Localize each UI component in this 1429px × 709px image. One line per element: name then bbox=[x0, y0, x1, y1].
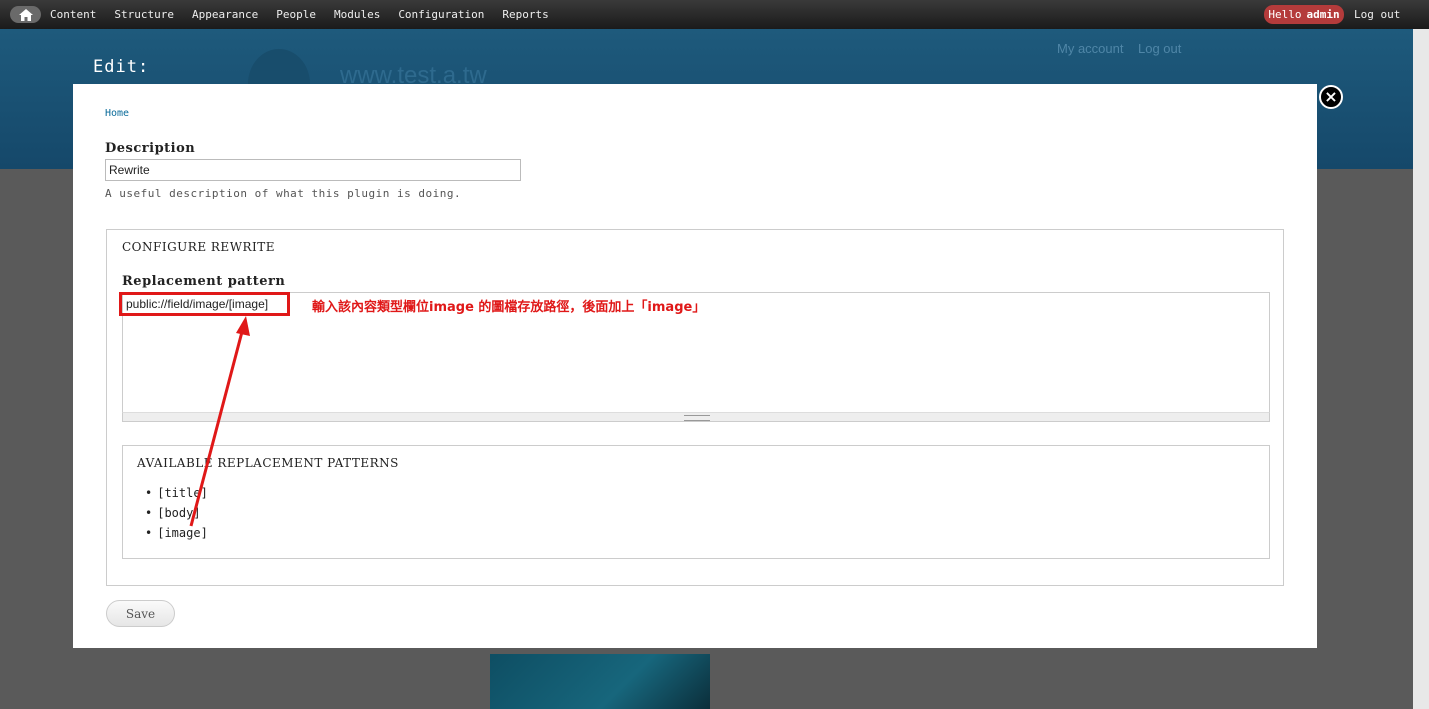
available-patterns-legend: AVAILABLE REPLACEMENT PATTERNS bbox=[137, 456, 399, 470]
description-field[interactable]: Rewrite bbox=[105, 159, 521, 181]
menu-configuration[interactable]: Configuration bbox=[398, 8, 484, 21]
available-patterns-fieldset: AVAILABLE REPLACEMENT PATTERNS [title] [… bbox=[122, 445, 1270, 559]
annotation-text: 輸入該內容類型欄位image 的圖檔存放路徑，後面加上「image」 bbox=[312, 300, 706, 315]
hello-text: Hello bbox=[1268, 8, 1302, 21]
overlay-dialog: Home Description Rewrite A useful descri… bbox=[73, 84, 1317, 648]
my-account-link[interactable]: My account bbox=[1057, 41, 1123, 56]
replacement-pattern-label: Replacement pattern bbox=[122, 274, 286, 289]
list-item: [image] bbox=[145, 523, 208, 543]
save-button[interactable]: Save bbox=[106, 600, 175, 627]
background-image bbox=[490, 654, 710, 709]
toolbar-logout-link[interactable]: Log out bbox=[1354, 8, 1400, 21]
menu-people[interactable]: People bbox=[276, 8, 316, 21]
admin-menu: Content Structure Appearance People Modu… bbox=[50, 8, 567, 21]
menu-appearance[interactable]: Appearance bbox=[192, 8, 258, 21]
menu-reports[interactable]: Reports bbox=[502, 8, 548, 21]
menu-modules[interactable]: Modules bbox=[334, 8, 380, 21]
pattern-list: [title] [body] [image] bbox=[145, 483, 208, 543]
grip-icon bbox=[684, 415, 710, 421]
description-label: Description bbox=[105, 141, 196, 156]
menu-structure[interactable]: Structure bbox=[114, 8, 174, 21]
list-item: [body] bbox=[145, 503, 208, 523]
close-icon[interactable]: × bbox=[1319, 85, 1343, 109]
header-logout-link[interactable]: Log out bbox=[1138, 41, 1181, 56]
page-title: Edit: bbox=[93, 57, 150, 77]
annotation-highlight-box bbox=[119, 292, 290, 316]
menu-content[interactable]: Content bbox=[50, 8, 96, 21]
description-help: A useful description of what this plugin… bbox=[105, 187, 462, 200]
username: admin bbox=[1306, 8, 1340, 21]
textarea-resize-handle[interactable] bbox=[122, 412, 1270, 422]
fieldset-legend: CONFIGURE REWRITE bbox=[122, 240, 276, 254]
list-item: [title] bbox=[145, 483, 208, 503]
scrollbar[interactable] bbox=[1413, 29, 1429, 709]
configure-rewrite-fieldset: CONFIGURE REWRITE Replacement pattern pu… bbox=[106, 229, 1284, 586]
breadcrumb[interactable]: Home bbox=[105, 108, 129, 119]
home-icon[interactable] bbox=[10, 6, 41, 23]
user-badge[interactable]: Hello admin bbox=[1264, 5, 1344, 24]
admin-toolbar: Content Structure Appearance People Modu… bbox=[0, 0, 1429, 29]
